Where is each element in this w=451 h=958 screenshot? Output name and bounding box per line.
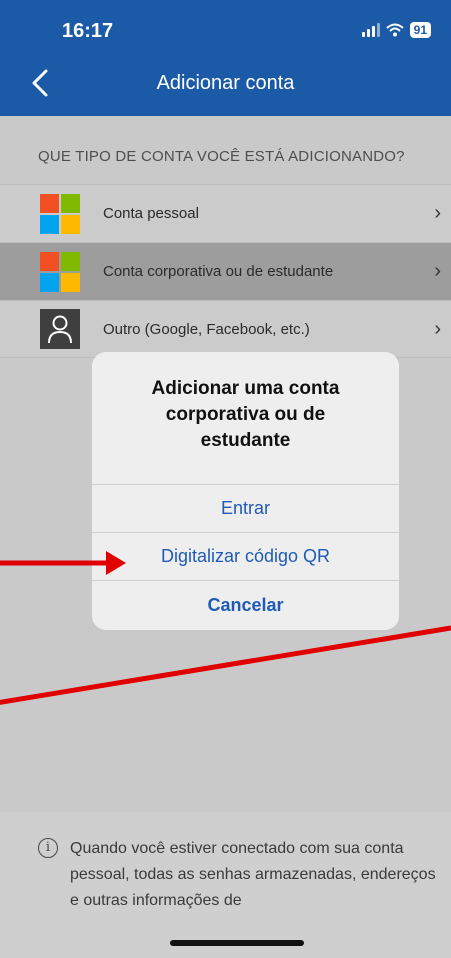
scan-qr-code-button[interactable]: Digitalizar código QR (92, 532, 399, 580)
info-footer: i Quando você estiver conectado com sua … (0, 812, 451, 958)
microsoft-logo-icon (40, 193, 80, 234)
account-option-label: Conta corporativa ou de estudante (103, 263, 334, 280)
annotation-slash-line (0, 625, 451, 705)
account-type-list: Conta pessoal › Conta corporativa ou de … (0, 184, 451, 358)
phone-screen: 16:17 91 Adicionar conta QUE TIPO DE CON… (0, 0, 451, 958)
home-indicator (170, 940, 304, 946)
top-bar: 16:17 91 Adicionar conta (0, 0, 451, 116)
account-option-label: Conta pessoal (103, 205, 199, 222)
account-option-other[interactable]: Outro (Google, Facebook, etc.) › (0, 300, 451, 358)
status-icons: 91 (361, 22, 431, 38)
person-icon (40, 309, 80, 349)
info-text: Quando você estiver conectado com sua co… (70, 840, 436, 909)
microsoft-logo-icon (40, 251, 80, 292)
chevron-right-icon: › (434, 260, 441, 282)
signal-icon (361, 23, 380, 37)
section-header: QUE TIPO DE CONTA VOCÊ ESTÁ ADICIONANDO? (38, 148, 405, 165)
account-option-work-school[interactable]: Conta corporativa ou de estudante › (0, 242, 451, 300)
battery-indicator: 91 (409, 22, 431, 38)
chevron-right-icon: › (434, 317, 441, 340)
chevron-right-icon: › (434, 202, 441, 224)
account-option-personal[interactable]: Conta pessoal › (0, 184, 451, 242)
status-time: 16:17 (62, 20, 114, 42)
action-sheet-dialog: Adicionar uma conta corporativa ou de es… (92, 352, 399, 630)
account-option-label: Outro (Google, Facebook, etc.) (103, 320, 310, 338)
info-icon: i (38, 838, 58, 858)
cancel-button[interactable]: Cancelar (92, 580, 399, 630)
dialog-title: Adicionar uma conta corporativa ou de es… (151, 378, 340, 451)
sign-in-button[interactable]: Entrar (92, 484, 399, 532)
wifi-icon (385, 23, 404, 37)
page-title: Adicionar conta (156, 72, 295, 94)
